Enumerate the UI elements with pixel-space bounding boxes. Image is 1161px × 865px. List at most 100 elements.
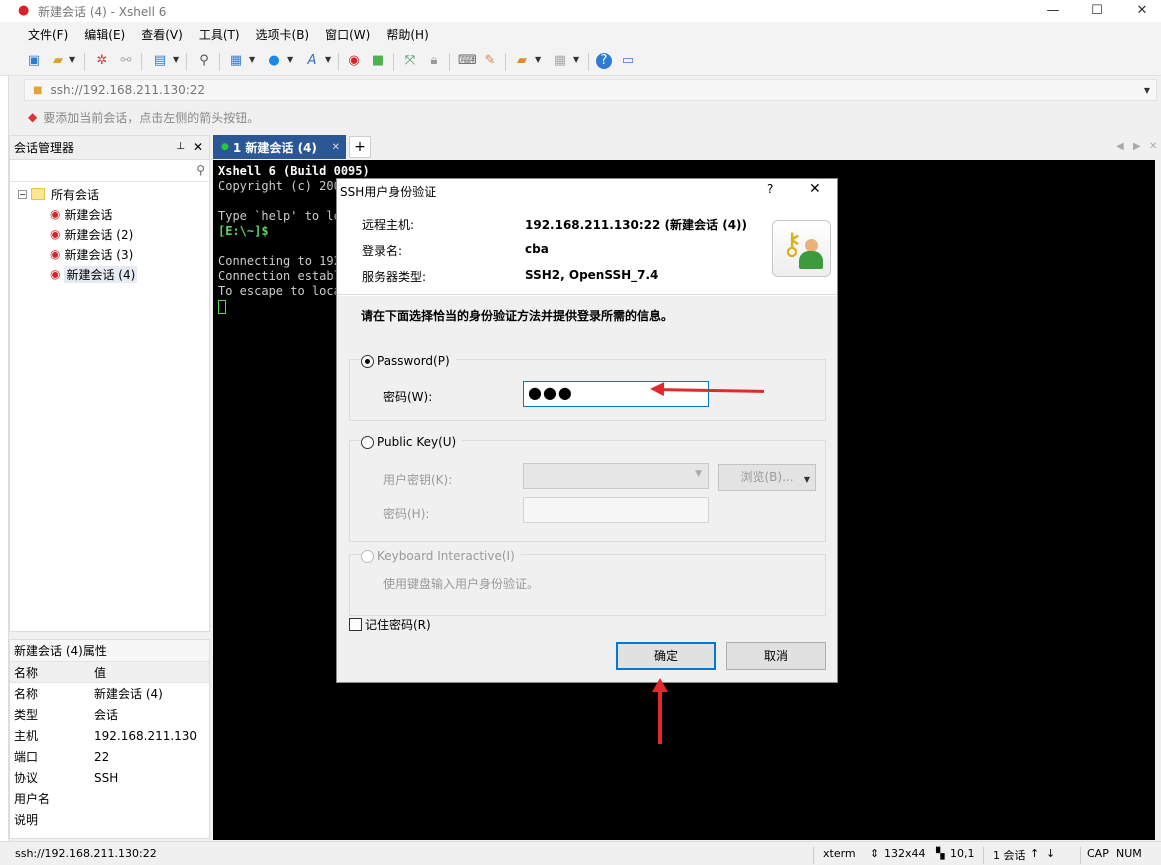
window-title: 新建会话 (4) - Xshell 6 [38,4,167,19]
tree-item-session-4[interactable]: ◉ 新建会话 (4) [10,264,209,284]
xftp-icon[interactable]: ■ [370,53,386,69]
user-key-select[interactable]: ▼ [523,463,709,489]
tab-next-icon[interactable]: ▶ [1133,141,1141,152]
collapse-icon[interactable]: − [18,189,27,199]
public-key-radio[interactable]: Public Key(U) [361,435,463,449]
dialog-help-button[interactable]: ? [767,182,773,196]
highlight-icon[interactable]: ✎ [482,53,498,69]
close-tab-icon[interactable]: ✕ [332,142,340,153]
ok-button[interactable]: 确定 [616,642,716,670]
fullscreen-icon[interactable]: ⤧ [402,53,418,69]
session-tree: − 所有会话 ◉ 新建会话 ◉ 新建会话 (2) ◉ 新建会话 (3) ◉ 新建… [10,182,209,284]
menu-tools[interactable]: 工具(T) [191,26,248,43]
menu-window[interactable]: 窗口(W) [317,26,378,43]
lock-icon[interactable]: 🔒︎ [426,53,442,69]
xshell-icon[interactable]: ◉ [346,53,362,69]
login-label: 登录名: [362,244,403,258]
chat-icon[interactable]: ▭ [620,53,636,69]
globe-dropdown-icon[interactable]: ▼ [287,55,293,64]
property-row: 主机 192.168.211.130 [14,728,198,744]
server-type-label: 服务器类型: [362,270,427,284]
title-bar: ● 新建会话 (4) - Xshell 6 — ☐ ✕ [0,0,1161,22]
grid-dropdown-icon[interactable]: ▼ [573,55,579,64]
layout-icon[interactable]: ▦ [228,53,244,69]
hint-text: 要添加当前会话，点击左侧的箭头按钮。 [43,110,260,125]
new-tab-dropdown-icon[interactable]: ▼ [173,55,179,64]
tree-item-session-3[interactable]: ◉ 新建会话 (3) [10,244,209,264]
open-folder-icon[interactable]: ▰ [50,53,66,69]
lock-icon: ■ [33,84,43,96]
session-icon: ◉ [50,267,61,281]
tab-bar: ● 1 新建会话 (4) ✕ + ◀ ▶ ✕ [213,135,1161,159]
tab-label: 1 新建会话 (4) [232,140,317,155]
radio-unselected-icon[interactable] [361,435,374,449]
key-password-input[interactable] [523,497,709,523]
address-input[interactable]: ssh://192.168.211.130:22 [50,83,205,97]
layout-dropdown-icon[interactable]: ▼ [249,55,255,64]
menu-bar: 文件(F) 编辑(E) 查看(V) 工具(T) 选项卡(B) 窗口(W) 帮助(… [0,22,1161,46]
help-icon[interactable]: ? [596,53,612,69]
browse-dropdown-icon: ▼ [803,475,810,484]
login-value: cba [525,242,549,256]
disconnect-icon[interactable]: ⚯ [118,53,134,69]
add-folder-icon[interactable]: ▰ [514,53,530,69]
new-session-icon[interactable]: ▣ [26,53,42,69]
keyboard-icon[interactable]: ⌨ [458,53,477,69]
remember-password-checkbox[interactable]: 记住密码(R) [349,616,431,633]
password-label: 密码(W): [383,390,433,404]
tab-close-icon[interactable]: ✕ [1149,141,1157,152]
menu-view[interactable]: 查看(V) [133,26,191,43]
font-icon[interactable]: A [304,53,320,69]
menu-tabs[interactable]: 选项卡(B) [248,26,318,43]
menu-file[interactable]: 文件(F) [20,26,76,43]
menu-help[interactable]: 帮助(H) [378,26,436,43]
status-arrow-up-icon[interactable]: ↑ [1030,847,1039,860]
connect-icon[interactable]: ✲ [94,53,110,69]
address-dropdown-icon[interactable]: ▼ [1144,86,1150,95]
browse-button[interactable]: 浏览(B)... ▼ [718,464,816,491]
properties-header-row: 名称 值 [10,662,209,683]
tab-prev-icon[interactable]: ◀ [1116,141,1124,152]
tab-session-4[interactable]: ● 1 新建会话 (4) ✕ [213,135,346,159]
radio-disabled-icon[interactable] [361,549,374,563]
new-tab-icon[interactable]: ▤ [152,53,168,69]
terminal-scrollbar[interactable] [1155,160,1161,840]
chevron-down-icon: ▼ [695,469,702,479]
open-dropdown-icon[interactable]: ▼ [69,55,75,64]
font-dropdown-icon[interactable]: ▼ [325,55,331,64]
minimize-button[interactable]: — [1030,0,1076,22]
grid-icon[interactable]: ▦ [552,53,568,69]
key-user-icon: ⚷ [772,220,831,277]
tree-item-session-1[interactable]: ◉ 新建会话 [10,204,209,224]
cancel-button[interactable]: 取消 [726,642,826,670]
maximize-button[interactable]: ☐ [1074,0,1120,22]
password-input[interactable]: ●●● [523,381,709,407]
radio-selected-icon[interactable] [361,354,374,368]
status-num: NUM [1116,847,1142,860]
menu-edit[interactable]: 编辑(E) [76,26,133,43]
close-window-button[interactable]: ✕ [1119,0,1161,22]
xshell-logo-icon: ● [18,3,30,18]
close-panel-icon[interactable]: ✕ [193,140,203,154]
checkbox-icon[interactable] [349,618,362,631]
address-bar[interactable]: ■ ssh://192.168.211.130:22 ▼ [24,79,1157,101]
background-window-edge [0,76,9,846]
tree-root-all-sessions[interactable]: − 所有会话 [10,184,209,204]
add-folder-dropdown-icon[interactable]: ▼ [535,55,541,64]
session-search-input[interactable]: ⚲ [10,160,209,182]
property-row: 名称 新建会话 (4) [14,687,163,701]
tree-item-session-2[interactable]: ◉ 新建会话 (2) [10,224,209,244]
add-session-arrow-icon[interactable]: ◆ [28,110,37,124]
dialog-title-bar: SSH用户身份验证 ? ✕ [337,179,837,201]
find-icon[interactable]: ⚲ [196,53,212,69]
globe-icon[interactable]: ● [266,53,282,69]
password-radio[interactable]: Password(P) [361,354,456,368]
cursor-pos-icon: ▚ [936,847,945,860]
dialog-close-button[interactable]: ✕ [809,181,821,197]
keyboard-interactive-radio[interactable]: Keyboard Interactive(I) [361,549,521,563]
status-sessions: 1 会话 [993,849,1026,862]
add-tab-button[interactable]: + [349,136,371,158]
pin-icon[interactable]: ⊥ [176,141,185,152]
status-arrow-down-icon[interactable]: ↓ [1046,847,1055,860]
user-icon [799,239,823,269]
